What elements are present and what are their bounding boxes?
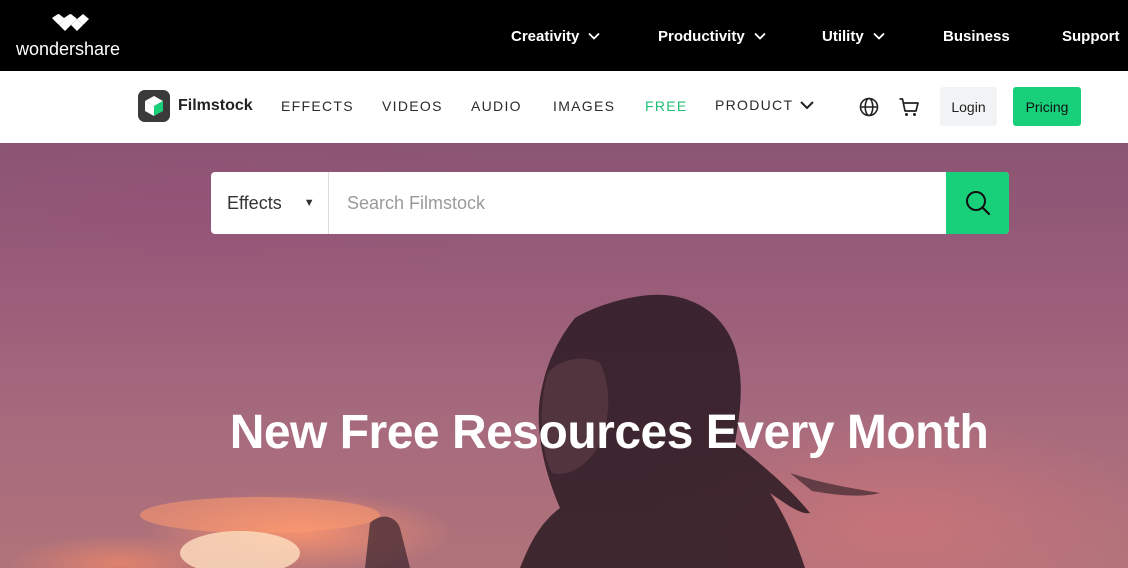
search-button[interactable] <box>946 172 1009 234</box>
chevron-down-icon <box>754 32 766 40</box>
topnav-productivity[interactable]: Productivity <box>658 25 767 47</box>
main-nav: Filmstock EFFECTS VIDEOS AUDIO IMAGES FR… <box>0 71 1128 143</box>
search-bar: Effects ▼ <box>211 172 1009 234</box>
topnav-support[interactable]: Support <box>1062 25 1120 47</box>
hero-banner: Effects ▼ New Free Resources Every Month <box>0 143 1128 568</box>
nav-videos[interactable]: VIDEOS <box>382 98 443 114</box>
caret-down-icon: ▼ <box>303 197 315 209</box>
search-category-dropdown[interactable]: Effects ▼ <box>211 172 329 234</box>
search-icon <box>965 191 990 216</box>
search-category-label: Effects <box>227 192 282 213</box>
nav-images[interactable]: IMAGES <box>553 98 615 114</box>
topnav-label: Creativity <box>511 27 580 45</box>
nav-free[interactable]: FREE <box>645 98 688 114</box>
cart-icon[interactable] <box>898 96 920 118</box>
filmstock-name: Filmstock <box>178 97 253 114</box>
wondershare-logo[interactable]: wondershare <box>16 14 128 60</box>
nav-product-label: PRODUCT <box>715 97 794 113</box>
chevron-down-icon <box>873 32 885 40</box>
globe-icon[interactable] <box>858 96 880 118</box>
chevron-down-icon <box>800 101 815 110</box>
wondershare-mark-icon <box>52 14 89 31</box>
nav-effects[interactable]: EFFECTS <box>281 98 354 114</box>
login-button[interactable]: Login <box>940 87 997 126</box>
topnav-label: Utility <box>822 27 864 45</box>
search-input[interactable] <box>329 172 946 234</box>
topnav-creativity[interactable]: Creativity <box>511 25 601 47</box>
filmstock-logo[interactable]: Filmstock <box>138 89 253 123</box>
topnav-label: Support <box>1062 27 1120 45</box>
topnav-label: Productivity <box>658 27 745 45</box>
chevron-down-icon <box>588 32 601 40</box>
topnav-label: Business <box>943 27 1010 45</box>
wondershare-name: wondershare <box>16 39 121 59</box>
filmstock-cube-icon <box>138 90 170 122</box>
pricing-button[interactable]: Pricing <box>1013 87 1081 126</box>
topnav-utility[interactable]: Utility <box>822 25 886 47</box>
hero-title: New Free Resources Every Month <box>229 406 989 459</box>
topnav-business[interactable]: Business <box>943 25 1010 47</box>
nav-product[interactable]: PRODUCT <box>715 97 815 113</box>
nav-audio[interactable]: AUDIO <box>471 98 522 114</box>
top-bar: wondershare Creativity Productivity Util… <box>0 0 1128 71</box>
